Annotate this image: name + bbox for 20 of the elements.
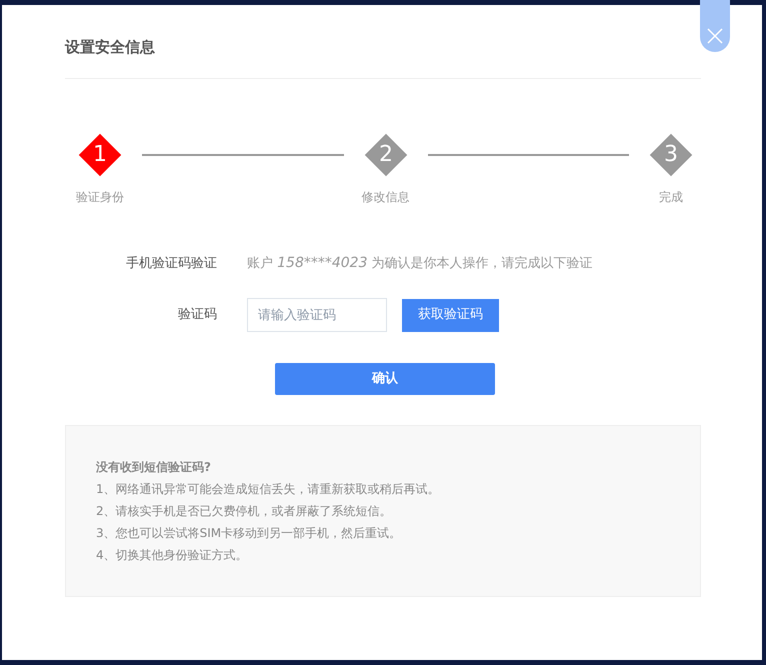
help-item: 1、网络通讯异常可能会造成短信丢失，请重新获取或稍后再试。 xyxy=(96,481,441,498)
account-text: 账户 158****4023 为确认是你本人操作，请完成以下验证 xyxy=(247,254,593,273)
help-item: 4、切换其他身份验证方式。 xyxy=(96,547,249,564)
step-label: 修改信息 xyxy=(362,189,410,206)
get-code-button[interactable]: 获取验证码 xyxy=(402,298,499,332)
field-label: 验证码 xyxy=(177,306,218,324)
step-marker: 1 xyxy=(78,134,122,176)
field-label: 手机验证码验证 xyxy=(125,254,218,273)
close-icon xyxy=(707,28,723,44)
help-title: 没有收到短信验证码? xyxy=(96,459,212,476)
code-input[interactable]: 请输入验证码 xyxy=(247,298,387,332)
step-marker: 3 xyxy=(650,134,692,176)
confirm-button[interactable]: 确认 xyxy=(275,363,495,395)
dialog-title: 设置安全信息 xyxy=(65,5,701,79)
close-button[interactable] xyxy=(700,0,730,52)
help-item: 2、请核实手机是否已欠费停机，或者屏蔽了系统短信。 xyxy=(96,503,393,520)
step-label: 完成 xyxy=(659,189,683,206)
help-item: 3、您也可以尝试将SIM卡移动到另一部手机，然后重试。 xyxy=(96,525,402,542)
step-label: 验证身份 xyxy=(76,189,124,206)
step-marker: 2 xyxy=(364,134,407,176)
